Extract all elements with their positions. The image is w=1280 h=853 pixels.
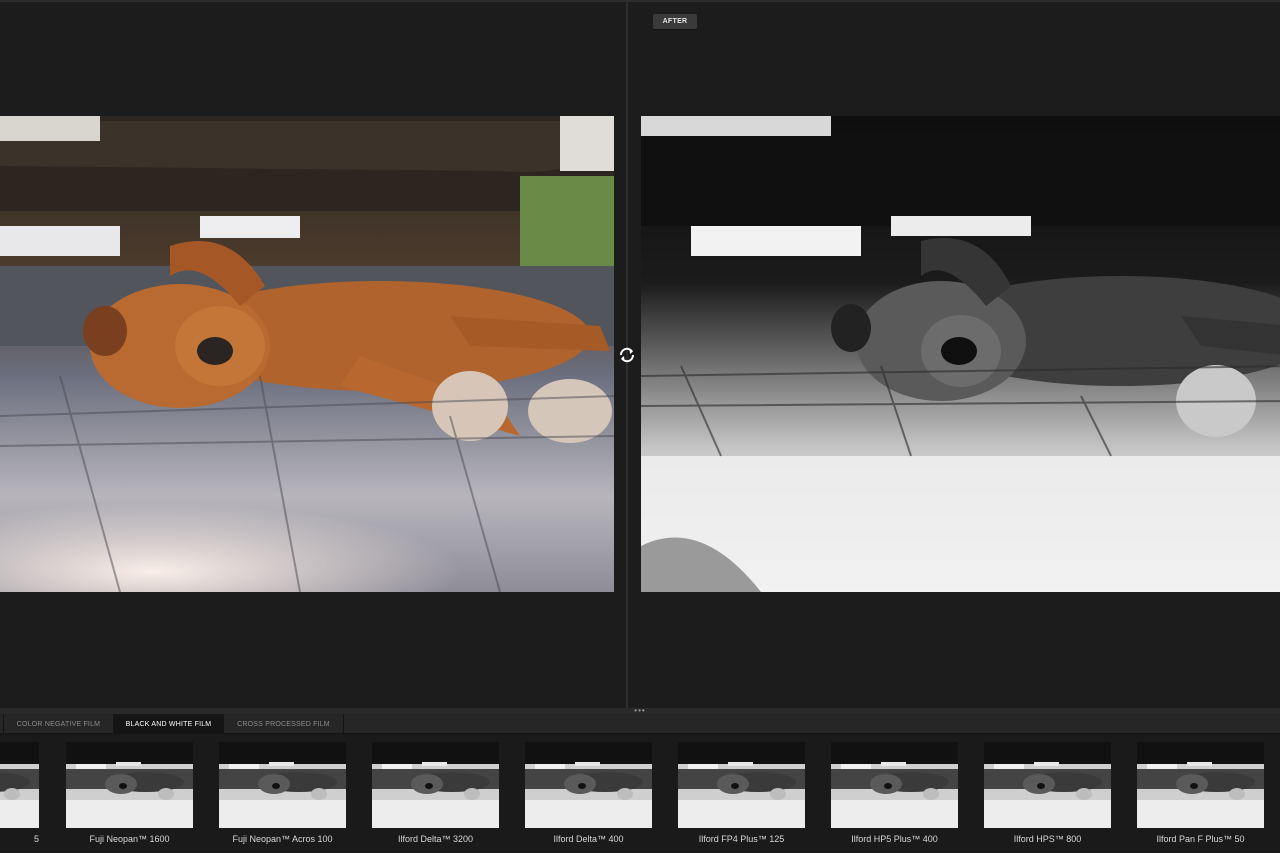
tab-cross-processed-film[interactable]: CROSS PROCESSED FILM xyxy=(224,714,344,734)
preset-thumbnail-strip: 5 Fuji Neopan™ 1600 Fuji Neopan™ Acros 1… xyxy=(0,734,1280,853)
preset-preview-image xyxy=(525,742,652,828)
preset-label: Fuji Neopan™ 1600 xyxy=(89,834,170,844)
preset-thumbnail[interactable]: Ilford FP4 Plus™ 125 xyxy=(678,742,805,844)
after-label: AFTER xyxy=(653,14,697,30)
preset-preview-image xyxy=(678,742,805,828)
film-category-tabs: COLOR NEGATIVE FILM BLACK AND WHITE FILM… xyxy=(0,714,1280,734)
after-image xyxy=(641,116,1280,592)
preset-label: Ilford Delta™ 400 xyxy=(553,834,624,844)
preset-thumbnail[interactable]: 5 xyxy=(0,742,39,844)
film-emulation-app: AFTER ••• COLOR NEGATIVE FILM BLACK AND … xyxy=(0,0,1280,853)
tab-black-and-white-film[interactable]: BLACK AND WHITE FILM xyxy=(114,714,224,734)
preset-thumbnail[interactable]: Fuji Neopan™ 1600 xyxy=(66,742,193,844)
preset-label: Ilford FP4 Plus™ 125 xyxy=(698,834,785,844)
preset-preview-image xyxy=(984,742,1111,828)
after-photo xyxy=(641,116,1280,592)
preset-thumbnail[interactable]: Ilford HPS™ 800 xyxy=(984,742,1111,844)
preset-preview-image xyxy=(219,742,346,828)
swap-compare-button[interactable] xyxy=(616,344,638,366)
tab-color-negative-film[interactable]: COLOR NEGATIVE FILM xyxy=(4,714,114,734)
before-image xyxy=(0,116,614,592)
preset-label: Ilford Delta™ 3200 xyxy=(397,834,474,844)
preset-thumbnail[interactable]: Ilford Delta™ 400 xyxy=(525,742,652,844)
preset-label: Ilford Pan F Plus™ 50 xyxy=(1156,834,1245,844)
preset-label: Ilford HPS™ 800 xyxy=(1013,834,1082,844)
preset-preview-image xyxy=(66,742,193,828)
preset-browser: ••• COLOR NEGATIVE FILM BLACK AND WHITE … xyxy=(0,706,1280,853)
preset-preview-image xyxy=(831,742,958,828)
preset-thumbnail[interactable]: Ilford HP5 Plus™ 400 xyxy=(831,742,958,844)
preset-thumbnail[interactable]: Ilford Delta™ 3200 xyxy=(372,742,499,844)
preset-preview-image xyxy=(0,742,39,828)
preset-thumbnail[interactable]: Fuji Neopan™ Acros 100 xyxy=(219,742,346,844)
preset-preview-image xyxy=(372,742,499,828)
before-pane[interactable] xyxy=(0,2,626,708)
preset-preview-image xyxy=(1137,742,1264,828)
sync-icon xyxy=(619,347,635,363)
before-photo xyxy=(0,116,614,592)
preset-thumbnail[interactable]: Ilford Pan F Plus™ 50 xyxy=(1137,742,1264,844)
after-pane[interactable]: AFTER xyxy=(628,2,1280,708)
drag-handle-icon: ••• xyxy=(634,706,646,715)
preset-label: Ilford HP5 Plus™ 400 xyxy=(851,834,938,844)
preset-label: Fuji Neopan™ Acros 100 xyxy=(232,834,333,844)
preset-label: 5 xyxy=(33,834,39,844)
